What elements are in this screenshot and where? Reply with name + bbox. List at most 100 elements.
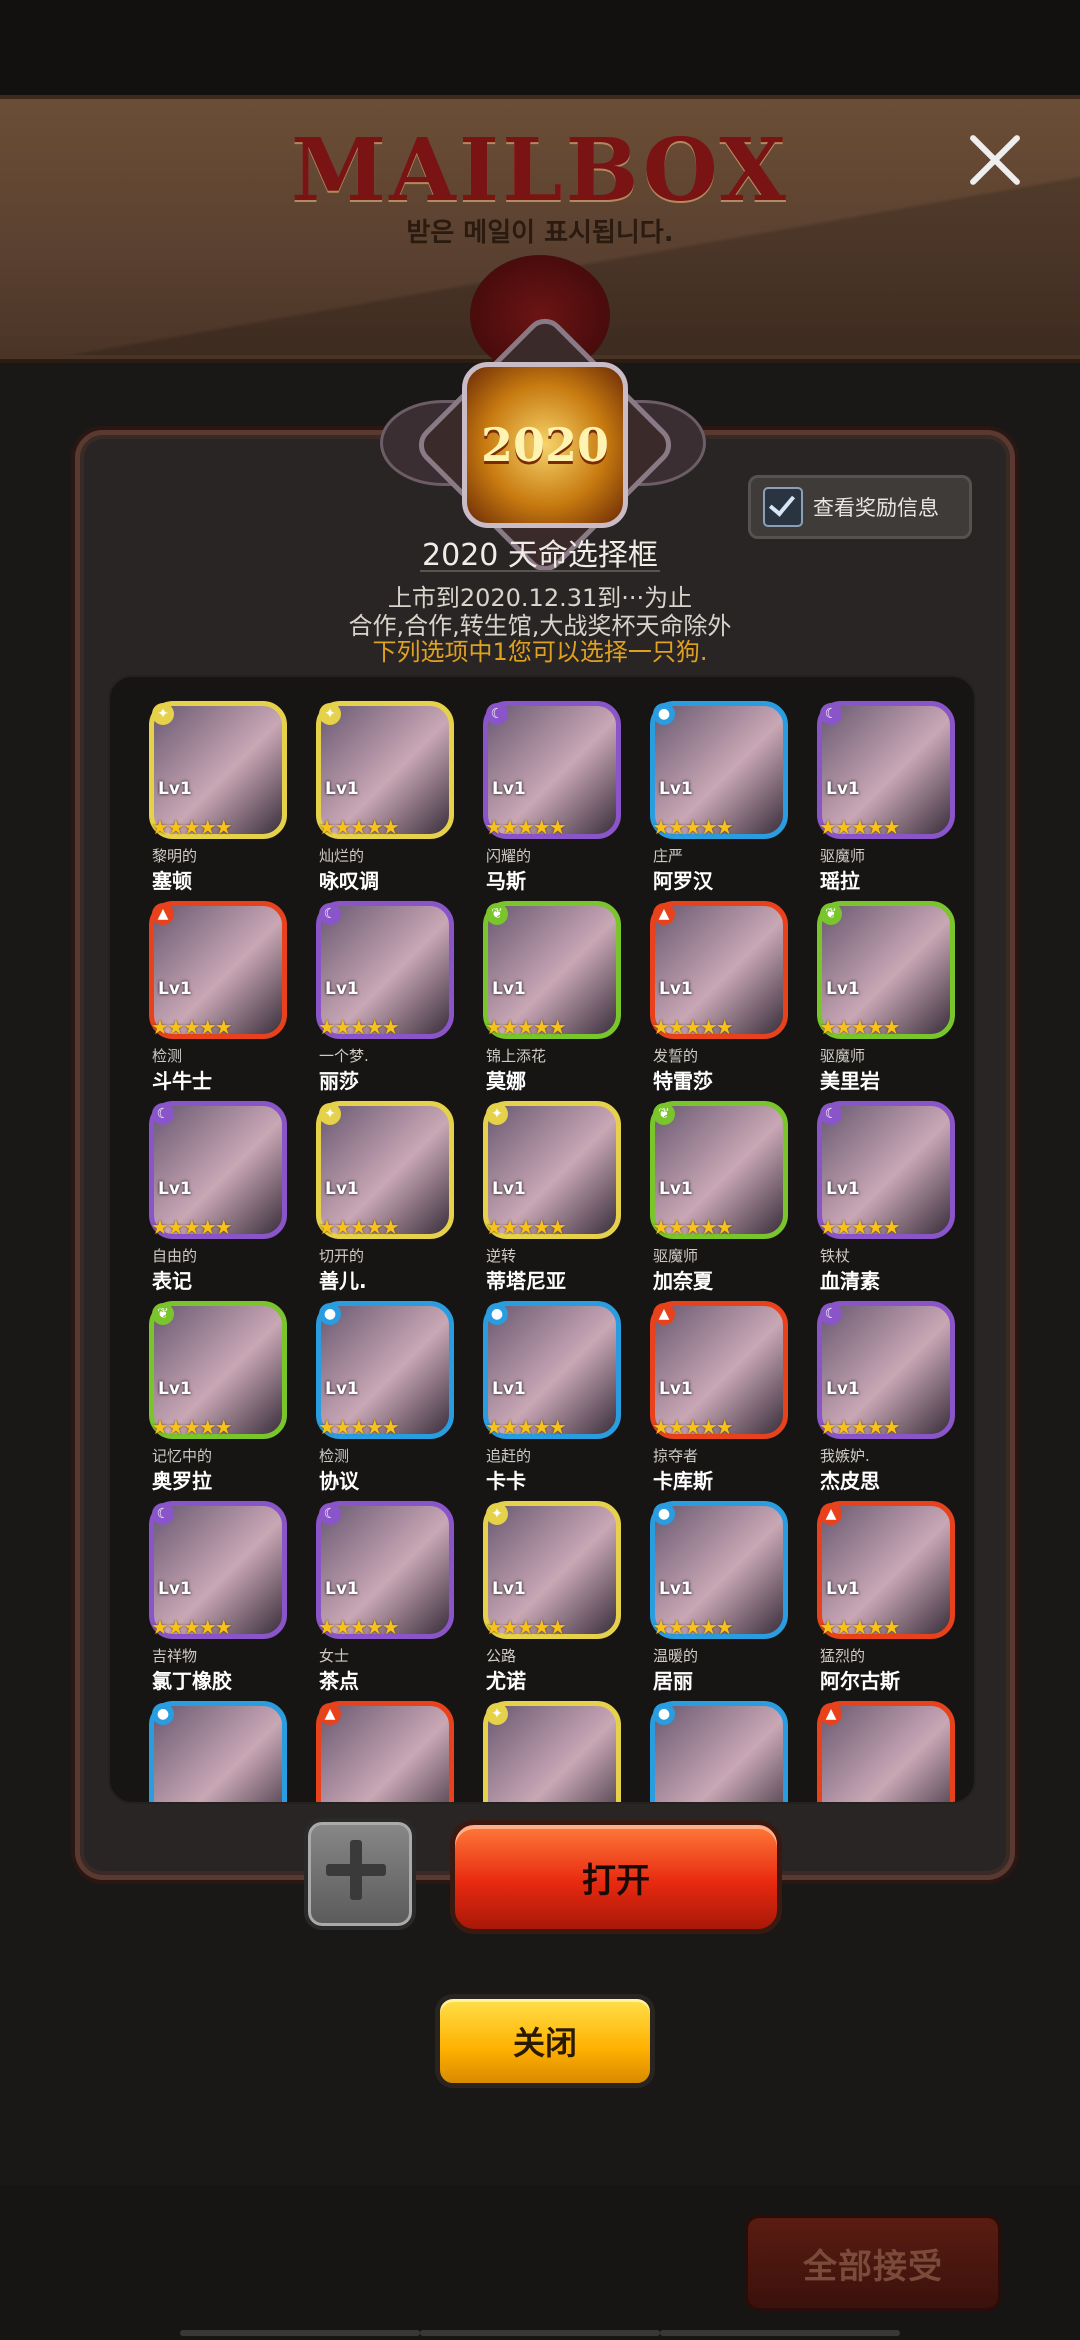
hero-card[interactable]: ▲ Lv1 ★★★★★ 发誓的 特雷莎: [633, 899, 800, 1099]
hero-epithet: 公路: [486, 1647, 517, 1665]
hero-level: Lv1: [659, 779, 693, 799]
hero-epithet: 自由的: [152, 1247, 198, 1265]
hero-card[interactable]: ● Lv1 ★★★★★ 庄严阿罗汉: [633, 699, 800, 899]
hero-card[interactable]: ☾ Lv1 ★★★★★ 自由的 表记: [132, 1099, 299, 1299]
hero-name: 特雷莎: [653, 1069, 713, 1093]
hero-level: Lv1: [325, 1179, 359, 1199]
hero-card[interactable]: ☾ Lv1 ★★★★★ 我嫉妒. 杰皮思: [800, 1299, 967, 1499]
hero-name: 卡卡: [486, 1469, 526, 1493]
hero-name: 马斯: [486, 869, 526, 893]
water-element-icon: ●: [486, 1303, 508, 1325]
hero-epithet: 猛烈的: [820, 1647, 866, 1665]
hero-card[interactable]: ☾ Lv1 ★★★★★ 一个梦. 丽莎: [299, 899, 466, 1099]
fire-element-icon: ▲: [820, 1703, 842, 1725]
hero-card[interactable]: ❦ Lv1 ★★★★★ 锦上添花 莫娜: [466, 899, 633, 1099]
hero-name: 莫娜: [486, 1069, 526, 1093]
hero-level: Lv1: [492, 979, 526, 999]
accept-all-button[interactable]: 全部接受: [745, 2215, 1001, 2311]
wood-element-icon: ❦: [820, 903, 842, 925]
hero-card[interactable]: ☾ Lv1 ★★★★★ 驱魔师 瑶拉: [800, 699, 967, 899]
light-element-icon: ✦: [486, 1703, 508, 1725]
hero-card[interactable]: ● Lv1 ★★★★★ 温暖的 居丽: [633, 1499, 800, 1699]
hero-card[interactable]: ● Lv1 ★★★★★ 检测 协议: [299, 1299, 466, 1499]
open-button[interactable]: 打开: [450, 1820, 782, 1934]
close-icon[interactable]: [965, 130, 1025, 190]
hero-name: 尤诺: [486, 1669, 526, 1693]
mailbox-title: MAILBOX: [290, 120, 790, 221]
hero-name: 表记: [152, 1269, 192, 1293]
hero-level: Lv1: [826, 1379, 860, 1399]
hero-level: Lv1: [826, 1179, 860, 1199]
dark-element-icon: ☾: [820, 1103, 842, 1125]
hero-card[interactable]: ✦ Lv1 ★★★★★ 黎明的 塞顿: [132, 699, 299, 899]
hero-card[interactable]: ▲ Lv1 ★★★★★ 猛烈的 阿尔古斯: [800, 1499, 967, 1699]
hero-epithet: 铁杖: [820, 1247, 851, 1265]
hero-name: 氯丁橡胶: [152, 1669, 232, 1693]
hero-card[interactable]: ▲ Lv1 ★★★★★ 掠夺者 卡库斯: [633, 1299, 800, 1499]
wood-element-icon: ❦: [486, 903, 508, 925]
light-element-icon: ✦: [486, 1503, 508, 1525]
hero-level: Lv1: [659, 1579, 693, 1599]
water-element-icon: ●: [319, 1303, 341, 1325]
light-element-icon: ✦: [486, 1103, 508, 1125]
hero-epithet: 我嫉妒.: [820, 1447, 870, 1465]
hero-card[interactable]: ❦ Lv1 ★★★★★ 驱魔师 加奈夏: [633, 1099, 800, 1299]
hero-card[interactable]: ☾ Lv1 ★★★★★ 吉祥物 氯丁橡胶: [132, 1499, 299, 1699]
hero-card[interactable]: ✦: [466, 1699, 633, 1802]
hero-name: 善儿.: [319, 1269, 367, 1293]
water-element-icon: ●: [653, 1503, 675, 1525]
hero-level: Lv1: [492, 1179, 526, 1199]
dark-element-icon: ☾: [319, 903, 341, 925]
hero-card[interactable]: ● Lv1 ★★★★★ 追赶的 卡卡: [466, 1299, 633, 1499]
hero-epithet: 庄严: [653, 847, 684, 865]
hero-name: 血清素: [820, 1269, 880, 1293]
hero-card[interactable]: ☾ Lv1 ★★★★★ 铁杖血清素: [800, 1099, 967, 1299]
hero-name: 阿罗汉: [653, 869, 713, 893]
hero-epithet: 掠夺者: [653, 1447, 699, 1465]
star-rating-icon: ★★★★★: [652, 815, 734, 839]
star-rating-icon: ★★★★★: [318, 1215, 400, 1239]
dark-element-icon: ☾: [820, 1303, 842, 1325]
hero-card[interactable]: ❦ Lv1 ★★★★★ 驱魔师 美里岩: [800, 899, 967, 1099]
plus-icon[interactable]: [304, 1818, 416, 1930]
hero-card[interactable]: ✦ Lv1 ★★★★★ 逆转 蒂塔尼亚: [466, 1099, 633, 1299]
hero-card[interactable]: ▲: [800, 1699, 967, 1802]
star-rating-icon: ★★★★★: [318, 1415, 400, 1439]
dark-element-icon: ☾: [152, 1103, 174, 1125]
hero-card[interactable]: ☾ Lv1 ★★★★★ 女士 茶点: [299, 1499, 466, 1699]
light-element-icon: ✦: [319, 703, 341, 725]
hero-epithet: 驱魔师: [653, 1247, 699, 1265]
hero-card[interactable]: ●: [633, 1699, 800, 1802]
hero-card[interactable]: ●: [132, 1699, 299, 1802]
hero-card[interactable]: ▲: [299, 1699, 466, 1802]
star-rating-icon: ★★★★★: [318, 1015, 400, 1039]
hero-card[interactable]: ❦ Lv1 ★★★★★ 记忆中的 奥罗拉: [132, 1299, 299, 1499]
hero-epithet: 一个梦.: [319, 1047, 369, 1065]
hero-epithet: 温暖的: [653, 1647, 699, 1665]
hero-card[interactable]: ☾ Lv1 ★★★★★ 闪耀的 马斯: [466, 699, 633, 899]
hero-name: 阿尔古斯: [820, 1669, 900, 1693]
hero-grid-panel[interactable]: ✦ Lv1 ★★★★★ 黎明的 塞顿 ✦ Lv1 ★★★★★ 灿烂的 咏叹调 ☾ Lv1 ★★★★★ 闪耀…: [108, 675, 976, 1804]
hero-epithet: 发誓的: [653, 1047, 699, 1065]
hero-card[interactable]: ▲ Lv1 ★★★★★ 检测 斗牛士: [132, 899, 299, 1099]
hero-level: Lv1: [158, 979, 192, 999]
star-rating-icon: ★★★★★: [151, 1615, 233, 1639]
hero-card[interactable]: ✦ Lv1 ★★★★★ 公路 尤诺: [466, 1499, 633, 1699]
hero-level: Lv1: [158, 779, 192, 799]
hero-card[interactable]: ✦ Lv1 ★★★★★ 灿烂的 咏叹调: [299, 699, 466, 899]
hero-level: Lv1: [492, 1379, 526, 1399]
hero-name: 斗牛士: [152, 1069, 212, 1093]
star-rating-icon: ★★★★★: [819, 1215, 901, 1239]
star-rating-icon: ★★★★★: [485, 1215, 567, 1239]
title-divider: [420, 570, 660, 572]
star-rating-icon: ★★★★★: [819, 1415, 901, 1439]
close-button[interactable]: 关闭: [435, 1994, 655, 2088]
dark-element-icon: ☾: [486, 703, 508, 725]
checkbox-checked-icon[interactable]: [763, 487, 803, 527]
star-rating-icon: ★★★★★: [652, 1615, 734, 1639]
wood-element-icon: ❦: [653, 1103, 675, 1125]
star-rating-icon: ★★★★★: [652, 1015, 734, 1039]
hero-level: Lv1: [325, 1379, 359, 1399]
water-element-icon: ●: [653, 703, 675, 725]
hero-card[interactable]: ✦ Lv1 ★★★★★ 切开的 善儿.: [299, 1099, 466, 1299]
